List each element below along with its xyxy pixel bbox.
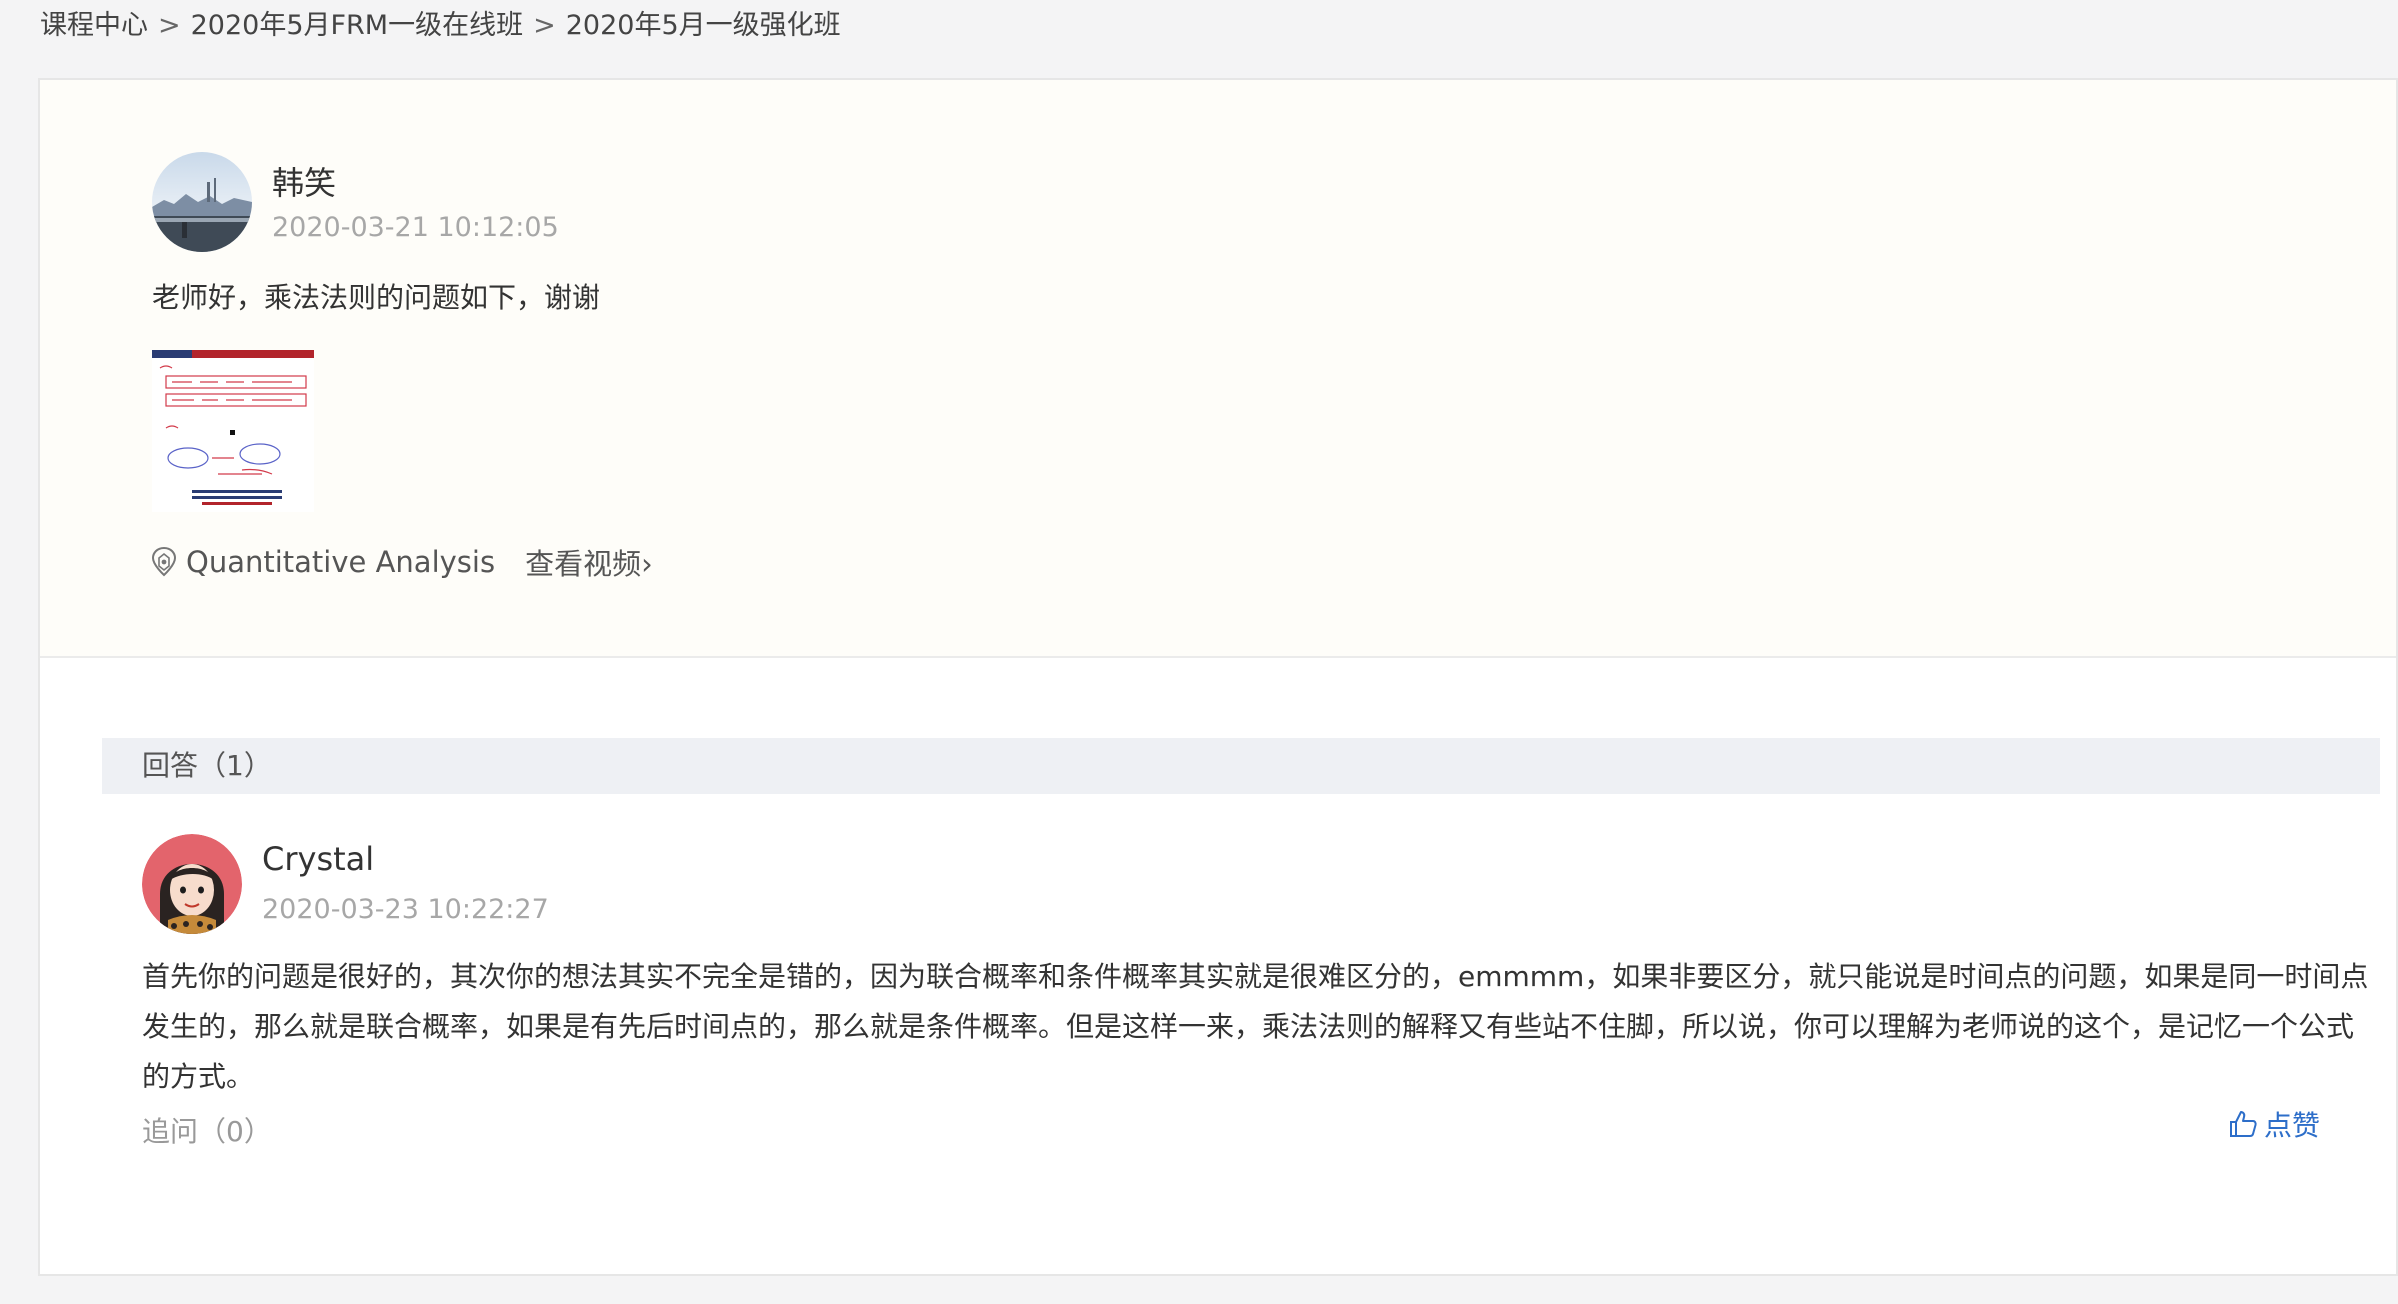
breadcrumb: 课程中心 >2020年5月FRM一级在线班 >2020年5月一级强化班 — [40, 8, 841, 44]
question-content: 老师好，乘法法则的问题如下，谢谢 — [152, 281, 601, 314]
question-timestamp: 2020-03-21 10:12:05 — [272, 212, 559, 243]
breadcrumb-item-course-center[interactable]: 课程中心 — [40, 10, 148, 41]
followup-button[interactable]: 追问（0） — [142, 1110, 272, 1150]
answer-timestamp: 2020-03-23 10:22:27 — [262, 894, 549, 925]
breadcrumb-separator: > — [533, 10, 556, 41]
topic-tag[interactable]: Quantitative Analysis — [186, 545, 495, 579]
avatar-photo-icon — [152, 152, 252, 252]
breadcrumb-item-subclass[interactable]: 2020年5月一级强化班 — [566, 10, 841, 41]
formula-screenshot-thumbnail-icon — [152, 350, 314, 512]
breadcrumb-item-class[interactable]: 2020年5月FRM一级在线班 — [191, 10, 523, 41]
question-section: 韩笑 2020-03-21 10:12:05 老师好，乘法法则的问题如下，谢谢 — [40, 80, 2396, 658]
breadcrumb-separator: > — [158, 10, 181, 41]
question-author-name: 韩笑 — [272, 164, 337, 202]
cartoon-avatar-icon — [142, 834, 242, 934]
qa-card: 韩笑 2020-03-21 10:12:05 老师好，乘法法则的问题如下，谢谢 — [38, 78, 2398, 1276]
avatar — [152, 152, 252, 252]
answer-content: 首先你的问题是很好的，其次你的想法其实不完全是错的，因为联合概率和条件概率其实就… — [142, 960, 2369, 1093]
question-attachment-thumbnail[interactable] — [152, 350, 314, 512]
answer-author-name: Crystal — [262, 840, 375, 878]
like-button[interactable]: 点赞 — [2228, 1104, 2320, 1144]
answers-header: 回答（1） — [102, 738, 2380, 794]
thumbs-up-icon — [2229, 1111, 2257, 1137]
avatar — [142, 834, 242, 934]
location-tag-icon — [151, 546, 177, 577]
question-tags: Quantitative Analysis 查看视频› — [150, 542, 653, 582]
view-video-link[interactable]: 查看视频› — [525, 541, 653, 583]
like-label: 点赞 — [2263, 1109, 2320, 1142]
